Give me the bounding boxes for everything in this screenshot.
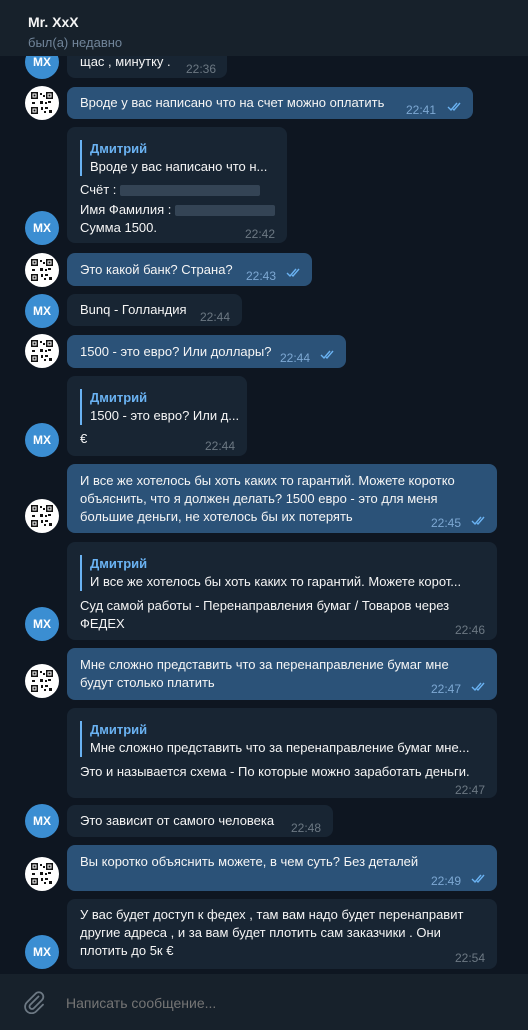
reply-quote[interactable]: Дмитрий Вроде у вас написано что н...: [80, 140, 267, 176]
message-bubble-incoming[interactable]: Дмитрий Вроде у вас написано что н... Сч…: [67, 127, 287, 243]
double-check-icon: [447, 102, 465, 112]
double-check-icon: [471, 516, 489, 526]
message-bubble-outgoing[interactable]: Вы коротко объяснить можете, в чем суть?…: [67, 845, 497, 891]
double-check-icon: [320, 350, 338, 360]
double-check-icon: [471, 874, 489, 884]
reply-quote[interactable]: Дмитрий И все же хотелось бы хоть каких …: [80, 555, 461, 591]
avatar-qr-icon[interactable]: [25, 334, 59, 368]
message-bubble-outgoing[interactable]: И все же хотелось бы хоть каких то гаран…: [67, 464, 497, 533]
message-bubble-outgoing[interactable]: Это какой банк? Страна? 22:43: [67, 253, 312, 286]
redacted-text: [120, 185, 261, 197]
avatar[interactable]: MX: [25, 804, 59, 838]
message-bubble-incoming[interactable]: Дмитрий 1500 - это евро? Или д... € 22:4…: [67, 376, 247, 456]
message-bubble-outgoing[interactable]: 1500 - это евро? Или доллары? 22:44: [67, 335, 346, 368]
chat-title[interactable]: Mr. XxX: [28, 14, 79, 30]
avatar-qr-icon[interactable]: [25, 664, 59, 698]
avatar[interactable]: MX: [25, 294, 59, 328]
message-bubble-incoming[interactable]: Дмитрий Мне сложно представить что за пе…: [67, 708, 497, 798]
message-bubble-outgoing[interactable]: Вроде у вас написано что на счет можно о…: [67, 87, 473, 119]
chat-status: был(а) недавно: [28, 35, 123, 50]
avatar[interactable]: MX: [25, 211, 59, 245]
message-bubble-incoming[interactable]: Дмитрий И все же хотелось бы хоть каких …: [67, 542, 497, 640]
message-bubble-incoming[interactable]: У вас будет доступ к федех , там вам над…: [67, 899, 497, 969]
avatar[interactable]: MX: [25, 423, 59, 457]
avatar[interactable]: MX: [25, 935, 59, 969]
avatar-qr-icon[interactable]: [25, 499, 59, 533]
avatar-qr-icon[interactable]: [25, 253, 59, 287]
avatar-qr-icon[interactable]: [25, 857, 59, 891]
reply-quote[interactable]: Дмитрий 1500 - это евро? Или д...: [80, 389, 239, 425]
message-bubble-incoming[interactable]: Bunq - Голландия 22:44: [67, 294, 242, 326]
avatar-qr-icon[interactable]: [25, 86, 59, 120]
message-composer: [0, 974, 528, 1030]
paperclip-icon[interactable]: [22, 990, 46, 1014]
reply-quote[interactable]: Дмитрий Мне сложно представить что за пе…: [80, 721, 470, 757]
message-bubble-incoming[interactable]: Это зависит от самого человека 22:48: [67, 805, 333, 837]
message-input[interactable]: [64, 994, 488, 1012]
avatar[interactable]: MX: [25, 607, 59, 641]
chat-header[interactable]: Mr. XxX был(а) недавно: [0, 0, 528, 56]
double-check-icon: [471, 682, 489, 692]
redacted-text: [174, 205, 275, 217]
message-bubble-outgoing[interactable]: Мне сложно представить что за перенаправ…: [67, 648, 497, 700]
messages-list[interactable]: MX щас , минутку . 22:36 Вроде у вас нап…: [0, 0, 528, 974]
double-check-icon: [286, 268, 304, 278]
